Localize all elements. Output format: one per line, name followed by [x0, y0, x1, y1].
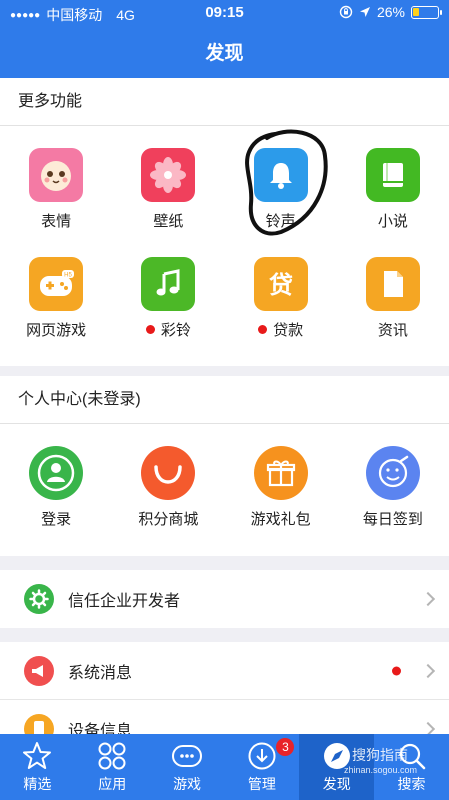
apps-grid-icon	[98, 742, 126, 769]
tab-label: 精选	[23, 775, 52, 792]
feature-web-game[interactable]: H5 网页游戏	[0, 257, 112, 340]
book-icon	[365, 148, 420, 202]
chevron-right-icon	[420, 721, 436, 734]
tab-label: 发现	[322, 775, 351, 792]
emoji-face-icon	[29, 148, 84, 202]
feature-emoji[interactable]: 表情	[0, 148, 112, 231]
location-arrow-icon	[359, 7, 370, 17]
loan-icon: 贷	[253, 257, 308, 311]
feature-label: 小说	[377, 213, 408, 230]
trusted-developer-section: 信任企业开发者	[0, 570, 449, 628]
music-note-icon	[141, 257, 196, 311]
feature-label: 表情	[41, 213, 72, 230]
rotation-lock-icon	[339, 5, 353, 19]
gamepad-icon: H5	[29, 257, 84, 311]
messages-section: 系统消息 设备信息	[0, 642, 449, 734]
feature-novel[interactable]: 小说	[337, 148, 449, 231]
feature-label: 贷款	[273, 322, 304, 339]
watermark-text: 搜狗指南	[352, 747, 408, 763]
star-icon	[23, 741, 52, 769]
top-bar: ●●●●● 中国移动 4G 09:15 26% 发现	[0, 0, 449, 78]
new-dot	[392, 666, 401, 675]
personal-label: 登录	[41, 511, 72, 528]
tab-label: 游戏	[173, 775, 202, 792]
chevron-right-icon	[420, 663, 436, 678]
feature-label: 壁纸	[153, 213, 184, 230]
download-icon	[248, 742, 276, 769]
chevron-right-icon	[420, 591, 436, 607]
svg-text:贷: 贷	[269, 271, 293, 299]
personal-center-section: 个人中心(未登录) 登录 积分商城 游戏礼包 每日签到	[0, 376, 449, 556]
points-mall-button[interactable]: 积分商城	[112, 446, 224, 529]
list-item-label: 设备信息	[68, 723, 133, 734]
flower-wallpaper-icon	[141, 148, 196, 202]
gear-icon	[24, 584, 54, 614]
list-item-label: 系统消息	[68, 664, 133, 682]
personal-label: 每日签到	[362, 511, 423, 528]
smile-arc-icon	[141, 446, 196, 500]
update-count-badge: 3	[276, 738, 295, 756]
feature-label: 彩铃	[160, 322, 191, 339]
battery-percent: 26%	[376, 4, 405, 20]
document-icon	[365, 257, 420, 311]
personal-label: 游戏礼包	[250, 511, 311, 528]
svg-text:H5: H5	[64, 273, 72, 279]
tab-label: 应用	[98, 775, 127, 792]
new-dot	[258, 325, 268, 334]
feature-loan[interactable]: 贷 贷款	[225, 257, 337, 340]
list-item-trusted-developer[interactable]: 信任企业开发者	[0, 570, 449, 628]
personal-label: 积分商城	[138, 511, 199, 528]
feature-label: 资讯	[377, 322, 408, 339]
game-controller-icon	[172, 744, 203, 767]
tab-label: 管理	[247, 775, 276, 792]
tab-featured[interactable]: 精选	[0, 734, 75, 800]
new-dot	[145, 325, 155, 334]
daily-signin-button[interactable]: 每日签到	[337, 446, 449, 529]
list-item-system-messages[interactable]: 系统消息	[0, 642, 449, 700]
tab-apps[interactable]: 应用	[75, 734, 150, 800]
feature-news[interactable]: 资讯	[337, 257, 449, 340]
page-title: 发现	[205, 43, 244, 64]
login-button[interactable]: 登录	[0, 446, 112, 529]
more-functions-title: 更多功能	[0, 78, 449, 126]
tab-games[interactable]: 游戏	[150, 734, 225, 800]
battery-icon	[411, 5, 442, 19]
feature-wallpaper[interactable]: 壁纸	[112, 148, 224, 231]
list-item-label: 信任企业开发者	[68, 593, 181, 610]
tab-manage[interactable]: 3 管理	[224, 734, 299, 800]
personal-center-title: 个人中心(未登录)	[0, 376, 449, 424]
gift-icon	[253, 446, 308, 500]
device-icon	[24, 714, 54, 734]
hand-drawn-circle-annotation	[244, 129, 328, 236]
list-item-device-info[interactable]: 设备信息	[0, 700, 449, 734]
feature-ringtone[interactable]: 铃声	[225, 129, 337, 236]
game-gift-button[interactable]: 游戏礼包	[225, 446, 337, 529]
tab-label: 搜索	[397, 775, 426, 792]
feature-color-ring[interactable]: 彩铃	[112, 257, 224, 340]
signin-face-icon	[365, 446, 420, 500]
status-bar: ●●●●● 中国移动 4G 09:15 26%	[0, 0, 449, 26]
user-icon	[29, 446, 84, 500]
megaphone-icon	[24, 655, 54, 686]
feature-label: 网页游戏	[26, 322, 87, 339]
watermark-url: zhinan.sogou.com	[344, 765, 418, 775]
more-functions-section: 更多功能 表情 壁纸 铃声 小说 H5 网页游戏 彩铃 贷 贷款 资讯	[0, 78, 449, 366]
watermark: 搜狗指南 zhinan.sogou.com	[344, 745, 417, 775]
